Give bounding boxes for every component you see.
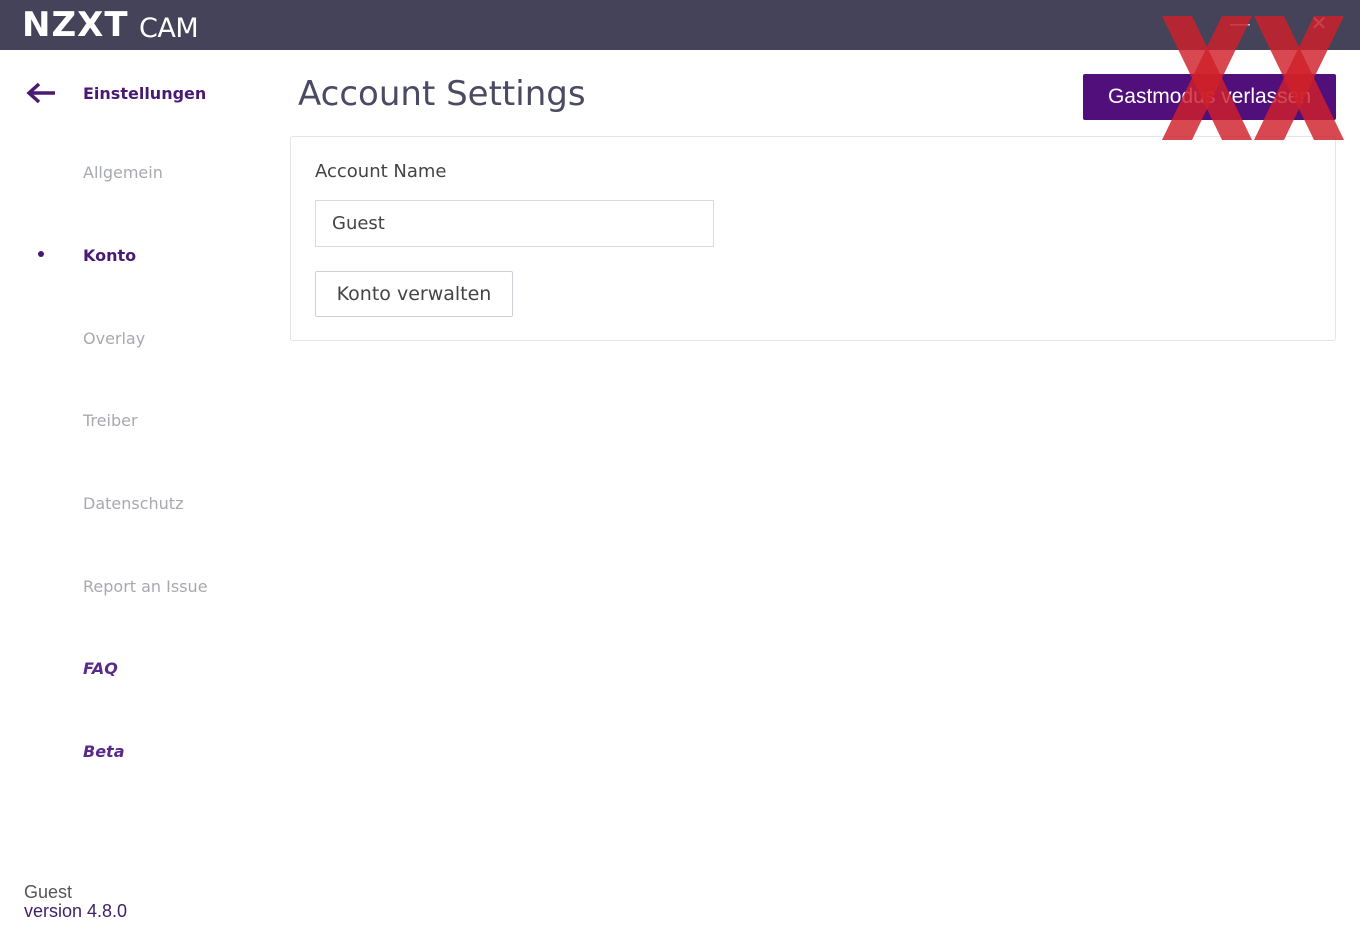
sidebar-item-overlay[interactable]: Overlay <box>83 329 145 348</box>
close-icon: ✕ <box>1310 13 1328 35</box>
arrow-left-icon <box>26 82 55 104</box>
page-title: Account Settings <box>298 74 586 114</box>
account-name-label: Account Name <box>315 161 447 182</box>
sidebar-item-treiber[interactable]: Treiber <box>83 411 138 430</box>
footer-version: version 4.8.0 <box>24 901 128 921</box>
active-indicator-dot <box>38 251 44 257</box>
footer-user-name: Guest <box>24 882 73 902</box>
account-name-input[interactable] <box>315 200 714 247</box>
sidebar-heading: Einstellungen <box>83 84 207 103</box>
account-card: Account Name Konto verwalten <box>290 136 1336 341</box>
sidebar-item-allgemein[interactable]: Allgemein <box>83 163 163 182</box>
title-bar: NZXT CAM — ✕ <box>0 0 1360 50</box>
minimize-icon: — <box>1230 13 1250 35</box>
close-button[interactable]: ✕ <box>1307 12 1331 36</box>
sidebar-item-beta[interactable]: Beta <box>83 742 125 761</box>
sidebar-item-konto[interactable]: Konto <box>83 246 136 265</box>
brand-logo: NZXT <box>22 5 129 45</box>
manage-account-button[interactable]: Konto verwalten <box>315 271 513 317</box>
sidebar-item-report-issue[interactable]: Report an Issue <box>83 577 208 596</box>
product-name: CAM <box>139 13 199 44</box>
sidebar-item-faq[interactable]: FAQ <box>83 659 118 678</box>
leave-guest-mode-button[interactable]: Gastmodus verlassen <box>1083 74 1336 120</box>
back-button[interactable] <box>26 82 56 104</box>
sidebar-item-datenschutz[interactable]: Datenschutz <box>83 494 183 513</box>
minimize-button[interactable]: — <box>1228 12 1252 36</box>
